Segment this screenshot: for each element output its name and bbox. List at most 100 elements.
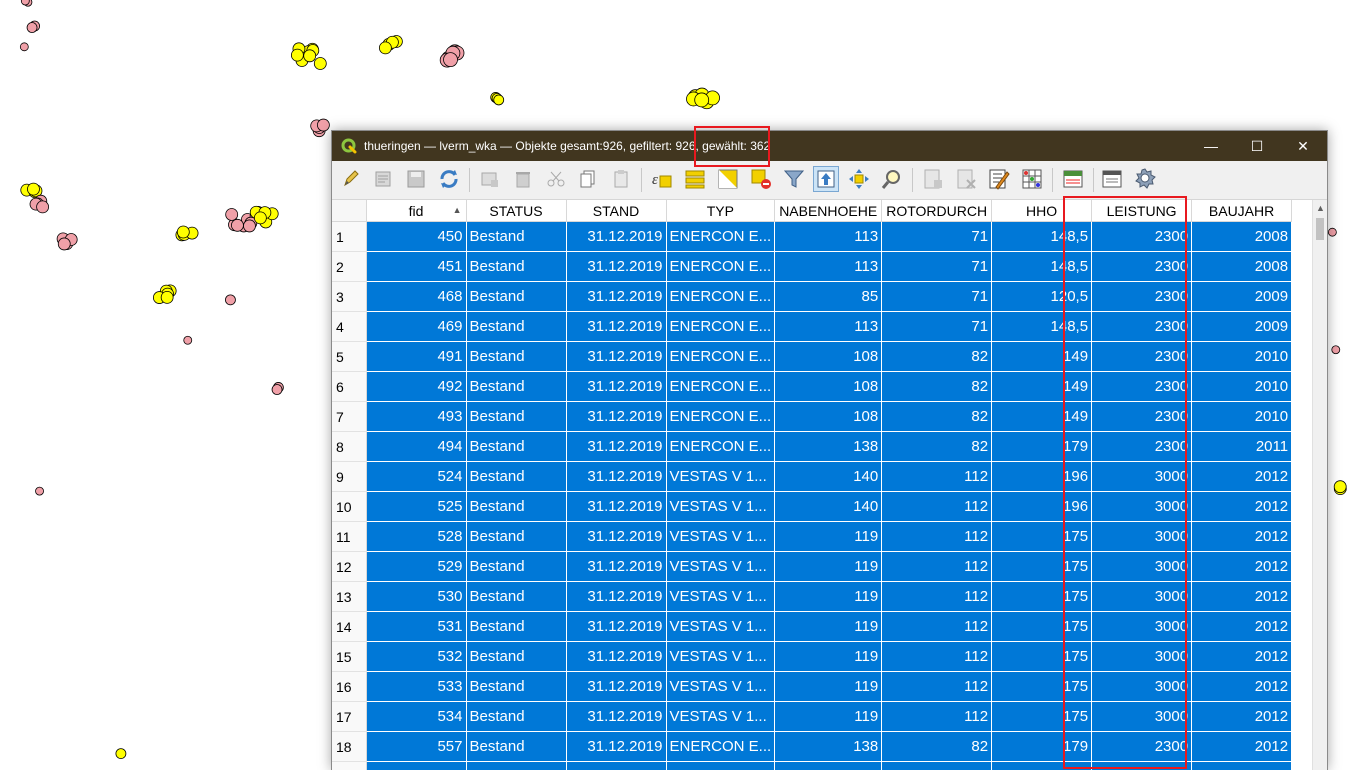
- cell-status[interactable]: Bestand: [466, 432, 566, 462]
- zoom-to-selected-icon[interactable]: [879, 166, 905, 192]
- cell-hho[interactable]: 148,5: [992, 312, 1092, 342]
- paste-icon[interactable]: [608, 166, 634, 192]
- cell-stand[interactable]: 31.12.2019: [566, 282, 666, 312]
- select-all-icon[interactable]: [682, 166, 708, 192]
- cell-fid[interactable]: 531: [366, 612, 466, 642]
- cell-baujahr[interactable]: 2009: [1192, 312, 1292, 342]
- cell-rotordurch[interactable]: 82: [882, 402, 992, 432]
- cell-rotordurch[interactable]: 112: [882, 492, 992, 522]
- cell-stand[interactable]: 31.12.2019: [566, 312, 666, 342]
- cell-typ[interactable]: VESTAS V 1...: [666, 582, 775, 612]
- row-header[interactable]: 10: [332, 492, 366, 522]
- cell-typ[interactable]: VESTAS V 1...: [666, 612, 775, 642]
- cell-baujahr[interactable]: 2012: [1192, 702, 1292, 732]
- cell-nabenhoehe[interactable]: 108: [775, 342, 882, 372]
- cell-nabenhoehe[interactable]: 113: [775, 312, 882, 342]
- cell-nabenhoehe[interactable]: 119: [775, 522, 882, 552]
- table-row[interactable]: 14531Bestand31.12.2019VESTAS V 1...11911…: [332, 612, 1292, 642]
- column-header-leistung[interactable]: LEISTUNG: [1092, 200, 1192, 222]
- cell-rotordurch[interactable]: 71: [882, 312, 992, 342]
- table-row[interactable]: 16533Bestand31.12.2019VESTAS V 1...11911…: [332, 672, 1292, 702]
- cell-stand[interactable]: 31.12.2019: [566, 672, 666, 702]
- row-header[interactable]: 9: [332, 462, 366, 492]
- actions-icon[interactable]: [1099, 166, 1125, 192]
- cell-typ[interactable]: VESTAS V 1...: [666, 672, 775, 702]
- add-feature-icon[interactable]: [477, 166, 503, 192]
- cell-nabenhoehe[interactable]: 85: [775, 282, 882, 312]
- row-header[interactable]: 14: [332, 612, 366, 642]
- cell-status[interactable]: Bestand: [466, 552, 566, 582]
- cell-fid[interactable]: 528: [366, 522, 466, 552]
- row-header[interactable]: 3: [332, 282, 366, 312]
- cell-rotordurch[interactable]: 112: [882, 672, 992, 702]
- cell-hho[interactable]: 148,5: [992, 222, 1092, 252]
- cell-nabenhoehe[interactable]: 140: [775, 492, 882, 522]
- cell-status[interactable]: Bestand: [466, 642, 566, 672]
- cell-hho[interactable]: 175: [992, 522, 1092, 552]
- cell-typ[interactable]: ENERCON E...: [666, 252, 775, 282]
- cell-rotordurch[interactable]: 71: [882, 252, 992, 282]
- title-bar[interactable]: thueringen — lverm_wka — Objekte gesamt:…: [332, 131, 1327, 161]
- row-header[interactable]: 16: [332, 672, 366, 702]
- cell-status[interactable]: Bestand: [466, 462, 566, 492]
- cell-fid[interactable]: 469: [366, 312, 466, 342]
- column-header-stand[interactable]: STAND: [566, 200, 666, 222]
- cell-status[interactable]: Bestand: [466, 372, 566, 402]
- row-header[interactable]: 15: [332, 642, 366, 672]
- cell-stand[interactable]: 31.12.2019: [566, 702, 666, 732]
- table-row[interactable]: 1450Bestand31.12.2019ENERCON E...1137114…: [332, 222, 1292, 252]
- cell-nabenhoehe[interactable]: 119: [775, 672, 882, 702]
- cell-leistung[interactable]: 2300: [1092, 282, 1192, 312]
- cell-baujahr[interactable]: 2012: [1192, 552, 1292, 582]
- cell-leistung[interactable]: 3000: [1092, 642, 1192, 672]
- cell-fid[interactable]: 450: [366, 222, 466, 252]
- cell-hho[interactable]: 149: [992, 402, 1092, 432]
- cell-stand[interactable]: 31.12.2019: [566, 612, 666, 642]
- row-header[interactable]: 7: [332, 402, 366, 432]
- table-row[interactable]: 12529Bestand31.12.2019VESTAS V 1...11911…: [332, 552, 1292, 582]
- scroll-up-icon[interactable]: ▲: [1313, 200, 1328, 216]
- conditional-formatting-icon[interactable]: [1019, 166, 1045, 192]
- cell-baujahr[interactable]: 2010: [1192, 372, 1292, 402]
- cell-fid[interactable]: 533: [366, 672, 466, 702]
- table-row[interactable]: 7493Bestand31.12.2019ENERCON E...1088214…: [332, 402, 1292, 432]
- row-header[interactable]: 4: [332, 312, 366, 342]
- cell-fid[interactable]: 530: [366, 582, 466, 612]
- cell-fid[interactable]: 529: [366, 552, 466, 582]
- filter-select-icon[interactable]: [781, 166, 807, 192]
- cell-leistung[interactable]: 3000: [1092, 612, 1192, 642]
- row-header[interactable]: 17: [332, 702, 366, 732]
- cell-hho[interactable]: 175: [992, 582, 1092, 612]
- cell-rotordurch[interactable]: 112: [882, 642, 992, 672]
- cell-baujahr[interactable]: 2012: [1192, 732, 1292, 762]
- cell-nabenhoehe[interactable]: 119: [775, 552, 882, 582]
- cell-status[interactable]: Bestand: [466, 492, 566, 522]
- cell-leistung[interactable]: 2300: [1092, 432, 1192, 462]
- table-row[interactable]: 17534Bestand31.12.2019VESTAS V 1...11911…: [332, 702, 1292, 732]
- column-header-status[interactable]: STATUS: [466, 200, 566, 222]
- cell-status[interactable]: Bestand: [466, 312, 566, 342]
- row-header[interactable]: 13: [332, 582, 366, 612]
- cell-typ[interactable]: VESTAS V 1...: [666, 642, 775, 672]
- row-header[interactable]: 11: [332, 522, 366, 552]
- column-header-hho[interactable]: HHO: [992, 200, 1092, 222]
- cell-nabenhoehe[interactable]: 119: [775, 642, 882, 672]
- cell-rotordurch[interactable]: 112: [882, 582, 992, 612]
- cell-hho[interactable]: 175: [992, 612, 1092, 642]
- maximize-button[interactable]: ☐: [1234, 131, 1280, 161]
- toggle-multi-edit-icon[interactable]: [371, 166, 397, 192]
- cell-hho[interactable]: 120,5: [992, 282, 1092, 312]
- cell-status[interactable]: Bestand: [466, 702, 566, 732]
- cell-baujahr[interactable]: 2008: [1192, 222, 1292, 252]
- table-row[interactable]: 4469Bestand31.12.2019ENERCON E...1137114…: [332, 312, 1292, 342]
- cell-stand[interactable]: 31.12.2019: [566, 732, 666, 762]
- table-row[interactable]: 13530Bestand31.12.2019VESTAS V 1...11911…: [332, 582, 1292, 612]
- cell-stand[interactable]: 31.12.2019: [566, 252, 666, 282]
- cell-status[interactable]: Bestand: [466, 612, 566, 642]
- cell-typ[interactable]: VESTAS V 1...: [666, 522, 775, 552]
- cell-rotordurch[interactable]: 82: [882, 372, 992, 402]
- cell-leistung[interactable]: 2300: [1092, 222, 1192, 252]
- cell-typ[interactable]: ENERCON E...: [666, 372, 775, 402]
- cell-hho[interactable]: 179: [992, 432, 1092, 462]
- cell-rotordurch[interactable]: 71: [882, 222, 992, 252]
